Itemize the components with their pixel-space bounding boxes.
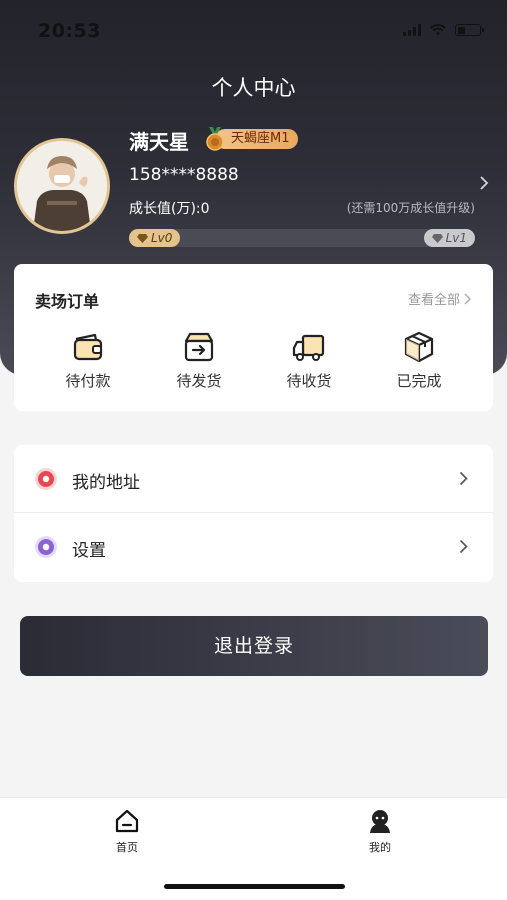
truck-icon bbox=[292, 334, 325, 361]
tab-label: 首页 bbox=[116, 841, 138, 854]
diamond-icon bbox=[431, 233, 443, 243]
level-start-label: Lv0 bbox=[151, 231, 173, 245]
view-all-label: 查看全部 bbox=[407, 293, 460, 308]
menu-card: 我的地址 设置 bbox=[14, 445, 493, 582]
upgrade-tip: (还需100万成长值升级) bbox=[346, 201, 475, 215]
order-label: 待收货 bbox=[286, 372, 332, 390]
level-start-badge: Lv0 bbox=[129, 229, 181, 247]
diamond-icon bbox=[137, 233, 148, 243]
profile-chevron-icon[interactable] bbox=[479, 175, 489, 191]
status-time: 20:53 bbox=[38, 20, 101, 42]
package-done-icon bbox=[404, 331, 434, 363]
menu-label: 设置 bbox=[72, 541, 106, 561]
avatar[interactable] bbox=[14, 138, 110, 234]
order-completed[interactable]: 已完成 bbox=[379, 330, 459, 391]
home-icon bbox=[115, 809, 139, 833]
settings-icon bbox=[35, 536, 57, 558]
avatar-photo bbox=[17, 141, 107, 231]
view-all-orders-link[interactable]: 查看全部 bbox=[408, 289, 471, 308]
user-name: 满天星 bbox=[129, 130, 189, 154]
user-icon bbox=[370, 810, 390, 833]
user-phone: 158****8888 bbox=[129, 165, 239, 185]
battery-icon bbox=[455, 24, 484, 36]
orders-card: 卖场订单 查看全部 待付款 待发货 待收货 已完成 bbox=[14, 264, 493, 411]
order-pending-shipment[interactable]: 待发货 bbox=[159, 330, 239, 391]
home-indicator bbox=[164, 884, 345, 889]
order-label: 已完成 bbox=[396, 372, 442, 390]
growth-value: 成长值(万):0 bbox=[129, 201, 210, 217]
wifi-icon bbox=[430, 24, 446, 36]
signal-icon bbox=[403, 24, 421, 36]
level-end-label: Lv1 bbox=[445, 231, 467, 245]
status-bar: 20:53 bbox=[0, 0, 507, 60]
location-icon bbox=[35, 468, 57, 490]
orders-title: 卖场订单 bbox=[35, 292, 100, 311]
page-title: 个人中心 bbox=[211, 76, 296, 100]
menu-item-settings[interactable]: 设置 bbox=[14, 513, 493, 581]
wallet-icon bbox=[73, 333, 103, 361]
tab-label: 我的 bbox=[369, 841, 391, 854]
member-badge: 天蝎座M1 bbox=[205, 127, 298, 151]
level-end-badge: Lv1 bbox=[423, 229, 475, 247]
menu-item-address[interactable]: 我的地址 bbox=[14, 445, 493, 513]
order-label: 待发货 bbox=[176, 372, 222, 390]
chevron-right-icon bbox=[459, 471, 468, 486]
member-badge-label: 天蝎座M1 bbox=[215, 129, 298, 149]
order-pending-receipt[interactable]: 待收货 bbox=[269, 330, 349, 391]
chevron-right-icon bbox=[464, 293, 471, 304]
order-pending-payment[interactable]: 待付款 bbox=[48, 330, 128, 391]
menu-label: 我的地址 bbox=[72, 473, 140, 493]
logout-button[interactable]: 退出登录 bbox=[20, 616, 488, 676]
status-icons bbox=[403, 24, 484, 36]
tab-mine[interactable]: 我的 bbox=[350, 808, 410, 855]
ship-box-icon bbox=[184, 332, 214, 362]
order-label: 待付款 bbox=[65, 372, 111, 390]
medal-icon bbox=[206, 127, 224, 151]
chevron-right-icon bbox=[459, 539, 468, 554]
tab-home[interactable]: 首页 bbox=[97, 808, 157, 855]
